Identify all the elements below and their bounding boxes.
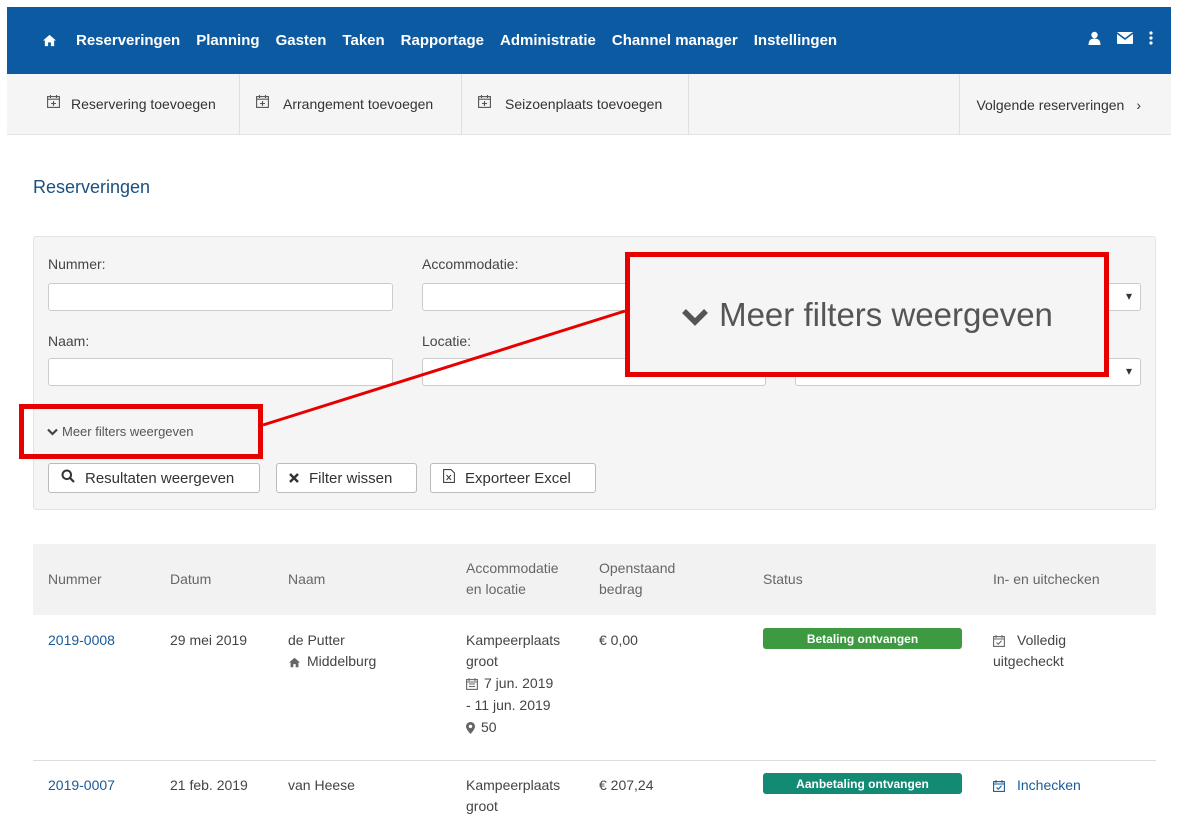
locatie-label: Locatie: (422, 333, 472, 349)
naam-label: Naam: (48, 333, 90, 349)
add-arrangement-label: Arrangement toevoegen (283, 96, 434, 112)
nav-administratie[interactable]: Administratie (500, 32, 596, 49)
clear-filter-button[interactable]: Filter wissen (276, 463, 417, 493)
top-navigation: Reserveringen Planning Gasten Taken Rapp… (7, 7, 1171, 74)
nav-channel-manager[interactable]: Channel manager (612, 32, 738, 49)
export-excel-label: Exporteer Excel (465, 469, 571, 487)
stay-period-start-label: 7 jun. 2019 (484, 675, 554, 691)
status-badge: Aanbetaling ontvangen (763, 773, 962, 794)
nummer-input[interactable] (48, 283, 393, 311)
calendar-plus-icon (478, 94, 491, 111)
checkin-link[interactable]: Inchecken (993, 775, 1081, 796)
header-naam: Naam (288, 571, 326, 587)
guest-place: Middelburg (288, 651, 376, 672)
envelope-icon[interactable] (1117, 32, 1133, 44)
calendar-icon (466, 678, 478, 690)
accommodatie-label: Accommodatie: (422, 256, 519, 272)
home-icon[interactable] (42, 32, 62, 50)
next-reservations-button[interactable]: Volgende reserveringen › (959, 74, 1155, 135)
location-number: 50 (466, 717, 497, 738)
add-reservation-label: Reservering toevoegen (71, 96, 216, 112)
accommodation-name: Kampeerplaats (466, 632, 561, 648)
calendar-plus-icon (47, 94, 60, 111)
reservation-date: 29 mei 2019 (170, 632, 248, 648)
header-openstaand: Openstaand (599, 560, 676, 576)
calendar-check-icon (993, 635, 1005, 647)
callout-label: Meer filters weergeven (719, 295, 1053, 333)
calendar-check-icon (993, 780, 1005, 792)
show-results-button[interactable]: Resultaten weergeven (48, 463, 260, 493)
header-checkin: In- en uitchecken (993, 571, 1100, 587)
search-icon (61, 469, 75, 487)
page-title: Reserveringen (33, 177, 151, 197)
show-results-label: Resultaten weergeven (85, 469, 235, 487)
accommodation-name: Kampeerplaats (466, 777, 561, 793)
export-excel-button[interactable]: Exporteer Excel (430, 463, 596, 493)
row-divider (33, 760, 1156, 761)
nummer-label: Nummer: (48, 256, 106, 272)
accommodation-name-line2: groot (466, 798, 498, 814)
outstanding-amount: € 0,00 (599, 632, 638, 648)
callout-zoom: Meer filters weergeven (625, 252, 1109, 377)
reservation-number-link[interactable]: 2019-0008 (48, 630, 115, 651)
more-vertical-icon[interactable] (1149, 31, 1153, 45)
header-nummer: Nummer (48, 571, 102, 587)
checkin-status-line2: uitgecheckt (993, 653, 1064, 669)
add-reservation-button[interactable]: Reservering toevoegen (7, 73, 240, 135)
home-icon (288, 657, 301, 668)
nav-right-icons (1088, 31, 1153, 45)
guest-place-label: Middelburg (307, 653, 377, 669)
stay-period-end: - 11 jun. 2019 (466, 697, 551, 713)
nav-rapportage[interactable]: Rapportage (401, 32, 484, 49)
add-arrangement-button[interactable]: Arrangement toevoegen (240, 73, 462, 135)
nav-reserveringen[interactable]: Reserveringen (76, 32, 180, 49)
nav-taken[interactable]: Taken (342, 32, 384, 49)
clear-filter-label: Filter wissen (309, 469, 393, 487)
checkin-status-label: Volledig (1017, 632, 1067, 648)
calendar-plus-icon (256, 94, 269, 111)
naam-input[interactable] (48, 358, 393, 386)
accommodatie-select[interactable] (422, 283, 632, 311)
chevron-down-icon (681, 296, 709, 334)
user-icon[interactable] (1088, 31, 1101, 45)
add-season-place-label: Seizoenplaats toevoegen (505, 96, 663, 112)
third-filter-select[interactable] (1105, 283, 1141, 311)
outstanding-amount: € 207,24 (599, 777, 654, 793)
next-reservations-label: Volgende reserveringen (976, 96, 1125, 113)
nav-gasten[interactable]: Gasten (276, 32, 327, 49)
status-badge: Betaling ontvangen (763, 628, 962, 649)
reservation-date: 21 feb. 2019 (170, 777, 248, 793)
stay-period-start: 7 jun. 2019 (466, 673, 553, 694)
highlight-box (19, 404, 263, 459)
action-toolbar: Reservering toevoegen Arrangement toevoe… (7, 73, 1171, 135)
map-marker-icon (466, 722, 475, 734)
nav-planning[interactable]: Planning (196, 32, 259, 49)
header-accommodatie: Accommodatie (466, 560, 559, 576)
header-accommodatie-line2: en locatie (466, 581, 526, 597)
add-season-place-button[interactable]: Seizoenplaats toevoegen (462, 73, 689, 135)
header-status: Status (763, 571, 803, 587)
reservation-number-link[interactable]: 2019-0007 (48, 775, 115, 796)
header-openstaand-line2: bedrag (599, 581, 643, 597)
excel-file-icon (443, 469, 455, 487)
accommodation-name-line2: groot (466, 653, 498, 669)
location-number-label: 50 (481, 719, 497, 735)
checkin-link-label: Inchecken (1017, 777, 1081, 793)
chevron-right-icon: › (1136, 96, 1141, 113)
nav-instellingen[interactable]: Instellingen (754, 32, 837, 49)
header-datum: Datum (170, 571, 212, 587)
guest-name: van Heese (288, 777, 355, 793)
close-icon (289, 470, 299, 487)
guest-name: de Putter (288, 632, 345, 648)
checkin-status: Volledig (993, 630, 1066, 651)
